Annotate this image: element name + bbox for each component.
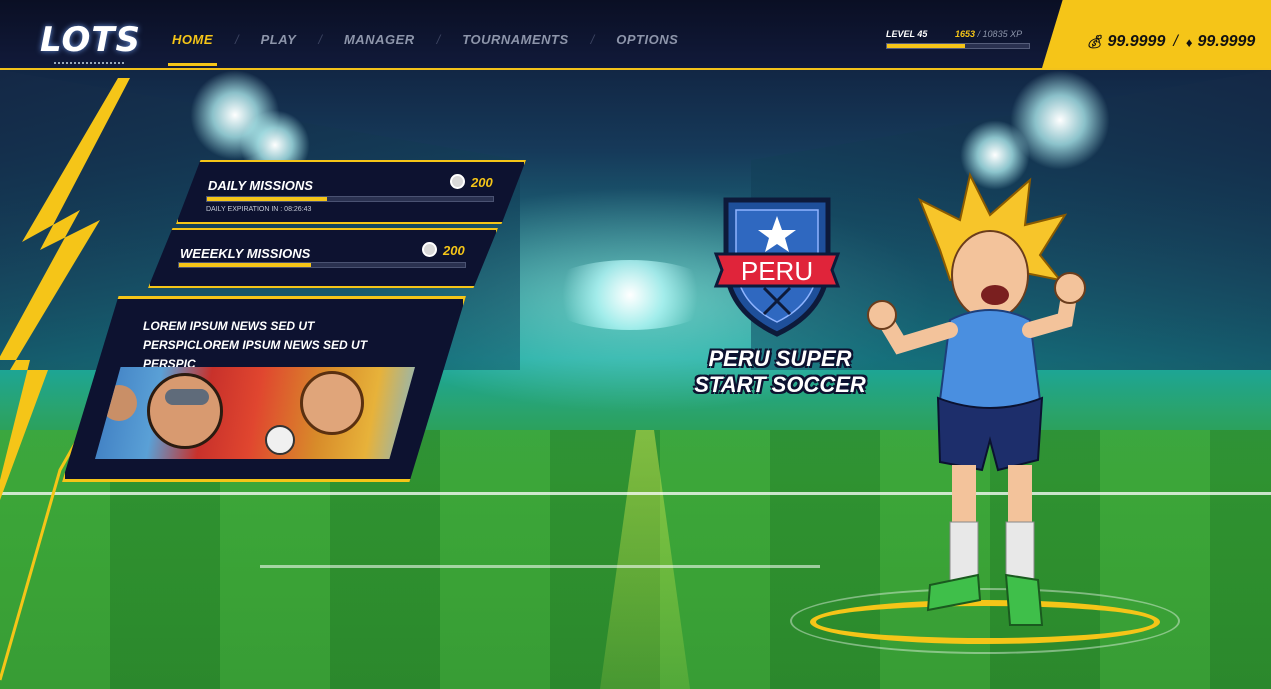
game-home-screen: LOTS HOME / PLAY / MANAGER / TOURNAMENTS…: [0, 0, 1271, 689]
news-image-character: [101, 385, 137, 421]
daily-missions-title: DAILY MISSIONS: [208, 178, 313, 193]
news-image: [95, 367, 415, 459]
nav-tournaments[interactable]: TOURNAMENTS: [462, 32, 568, 47]
daily-missions-progress: [206, 196, 494, 202]
top-navigation-bar: LOTS HOME / PLAY / MANAGER / TOURNAMENTS…: [0, 0, 1271, 70]
daily-expiration-text: DAILY EXPIRATION IN : 08:26:43: [206, 206, 312, 213]
weekly-missions-reward: 200: [422, 242, 465, 258]
nav-separator: /: [436, 32, 441, 47]
game-logo[interactable]: LOTS: [40, 20, 142, 64]
team-title-line2: START SOCCER: [694, 372, 866, 397]
weekly-missions-progress-fill: [179, 263, 311, 267]
team-title: PERU SUPER START SOCCER: [690, 346, 870, 398]
news-headline: LOREM IPSUM NEWS SED UT PERSPICLOREM IPS…: [143, 319, 368, 371]
coin-icon: [450, 174, 465, 189]
currency-row: 💰︎ 99.9999 / ♦ 99.9999: [1086, 33, 1255, 51]
nav-separator: /: [235, 32, 239, 47]
team-title-line1: PERU SUPER: [708, 346, 852, 371]
nav-separator: /: [590, 32, 595, 47]
xp-total: / 10835 XP: [977, 29, 1023, 39]
daily-missions-card[interactable]: DAILY MISSIONS 200 DAILY EXPIRATION IN :…: [176, 160, 526, 224]
weekly-reward-value: 200: [443, 243, 465, 258]
nav-manager[interactable]: MANAGER: [344, 32, 415, 47]
coin-balance: 99.9999: [1107, 33, 1166, 50]
news-image-goggles: [165, 389, 209, 405]
weekly-missions-progress: [178, 262, 466, 268]
pitch-line: [260, 565, 820, 568]
xp-progress-fill: [887, 44, 966, 48]
main-nav: HOME / PLAY / MANAGER / TOURNAMENTS / OP…: [168, 32, 678, 66]
logo-underline: [54, 62, 124, 68]
coin-icon: [422, 242, 437, 257]
weekly-missions-title: WEEEKLY MISSIONS: [180, 246, 311, 261]
logo-text: LOTS: [40, 20, 142, 60]
nav-separator: /: [318, 32, 322, 47]
nav-home[interactable]: HOME: [168, 32, 217, 66]
currency-panel[interactable]: 💰︎ 99.9999 / ♦ 99.9999: [1042, 0, 1271, 68]
team-crest[interactable]: PERU: [712, 192, 842, 342]
coin-stack-icon: 💰︎: [1086, 34, 1103, 49]
weekly-missions-card[interactable]: WEEEKLY MISSIONS 200: [148, 228, 498, 288]
nav-play[interactable]: PLAY: [261, 32, 297, 47]
news-card[interactable]: LOREM IPSUM NEWS SED UT PERSPICLOREM IPS…: [62, 296, 466, 482]
player-character[interactable]: [860, 170, 1090, 640]
stadium-glow: [540, 260, 720, 330]
news-image-character: [147, 373, 223, 449]
diamond-icon: ♦: [1185, 34, 1193, 50]
daily-missions-reward: 200: [450, 174, 493, 190]
xp-readout: 1653 / 10835 XP: [955, 29, 1022, 39]
daily-reward-value: 200: [471, 175, 493, 190]
daily-missions-progress-fill: [207, 197, 328, 201]
news-image-character: [300, 371, 364, 435]
soccer-ball: [265, 425, 295, 455]
xp-progress-bar: [886, 43, 1030, 49]
gem-balance: 99.9999: [1197, 33, 1256, 50]
nav-options[interactable]: OPTIONS: [616, 32, 678, 47]
xp-current: 1653: [955, 29, 976, 39]
player-level: LEVEL 45: [886, 29, 928, 39]
currency-separator: /: [1173, 33, 1178, 50]
crest-country-label: PERU: [740, 256, 814, 286]
